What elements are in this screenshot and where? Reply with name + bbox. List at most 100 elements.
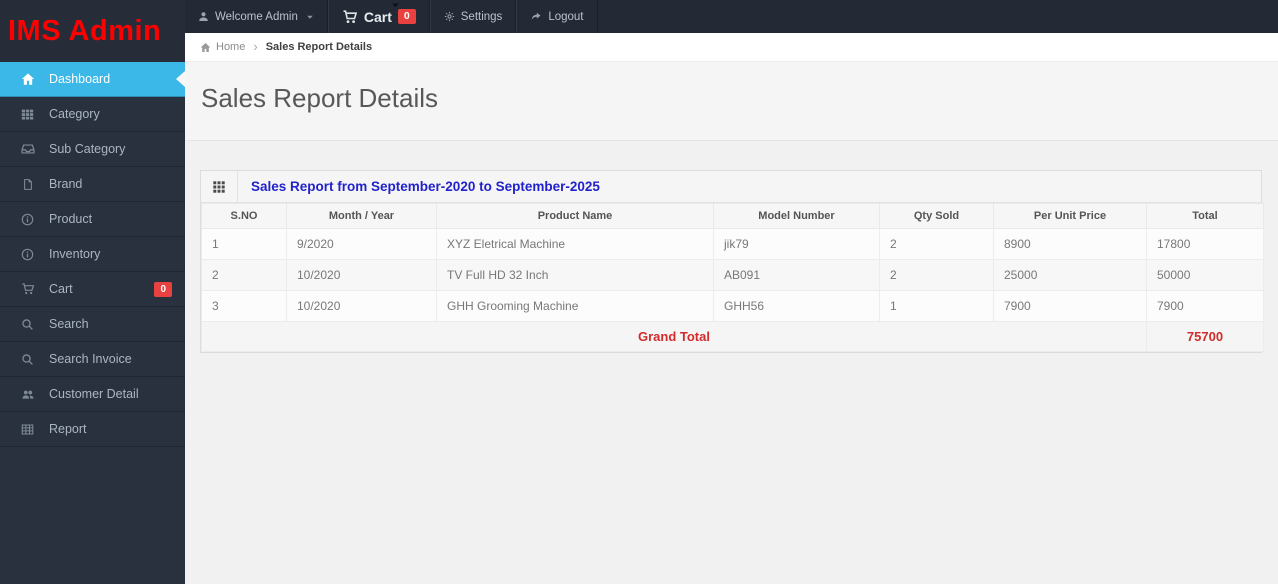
content-body: Sales Report from September-2020 to Sept… <box>185 141 1278 353</box>
top-navbar: Welcome Admin Cart 0 Settings Logout <box>185 0 1278 33</box>
cell-total: 50000 <box>1146 259 1264 291</box>
caret-down-icon <box>306 13 314 21</box>
gear-icon <box>444 11 455 22</box>
cell-unit-price: 25000 <box>993 259 1147 291</box>
breadcrumb: Home › Sales Report Details <box>185 33 1278 62</box>
sidebar-item-label: Search <box>49 317 89 331</box>
table-row: 2 10/2020 TV Full HD 32 Inch AB091 2 250… <box>201 259 1264 291</box>
cell-total: 17800 <box>1146 228 1264 260</box>
sidebar-item-cart[interactable]: Cart 0 <box>0 272 185 307</box>
cell-qty-sold: 2 <box>879 228 994 260</box>
grand-total-row: Grand Total 75700 <box>201 321 1264 352</box>
app-logo: IMS Admin <box>0 0 185 62</box>
table-row: 3 10/2020 GHH Grooming Machine GHH56 1 7… <box>201 290 1264 322</box>
cell-unit-price: 8900 <box>993 228 1147 260</box>
cell-unit-price: 7900 <box>993 290 1147 322</box>
logout-icon <box>530 11 542 22</box>
sidebar-item-dashboard[interactable]: Dashboard <box>0 62 185 97</box>
caret-down-icon <box>390 1 401 10</box>
cart-icon <box>19 282 36 296</box>
navbar-logout-label: Logout <box>548 10 584 23</box>
sidebar-item-inventory[interactable]: Inventory <box>0 237 185 272</box>
users-icon <box>19 388 36 401</box>
inbox-icon <box>19 142 36 156</box>
cell-month-year: 10/2020 <box>286 259 437 291</box>
navbar-settings-button[interactable]: Settings <box>429 0 517 33</box>
cell-model-number: AB091 <box>713 259 880 291</box>
navbar-cart-label: Cart <box>363 8 392 25</box>
sidebar-item-label: Brand <box>49 177 83 191</box>
info-icon <box>19 248 36 261</box>
table-grid-icon <box>201 171 238 202</box>
navbar-user-menu[interactable]: Welcome Admin <box>185 0 328 33</box>
sidebar-item-sub-category[interactable]: Sub Category <box>0 132 185 167</box>
column-header: Model Number <box>713 203 880 229</box>
column-header: Per Unit Price <box>993 203 1147 229</box>
grand-total-label: Grand Total <box>201 321 1147 352</box>
navbar-cart-button[interactable]: Cart 0 <box>327 0 430 33</box>
cell-model-number: jik79 <box>713 228 880 260</box>
sales-report-panel: Sales Report from September-2020 to Sept… <box>200 170 1264 353</box>
sidebar-item-search-invoice[interactable]: Search Invoice <box>0 342 185 377</box>
cell-product-name: XYZ Eletrical Machine <box>436 228 714 260</box>
content-area: Sales Report Details Sales Report from S… <box>185 62 1278 584</box>
column-header: S.NO <box>201 203 287 229</box>
breadcrumb-home-label: Home <box>216 41 246 53</box>
sidebar-item-label: Inventory <box>49 247 101 261</box>
sidebar-item-label: Sub Category <box>49 142 126 156</box>
navbar-logout-button[interactable]: Logout <box>516 0 598 33</box>
table-header-row: S.NO Month / Year Product Name Model Num… <box>201 203 1264 229</box>
sidebar: IMS Admin Dashboard Category Sub Categor… <box>0 0 185 584</box>
sidebar-item-label: Customer Detail <box>49 387 139 401</box>
column-header: Qty Sold <box>879 203 994 229</box>
cart-count-badge: 0 <box>154 281 172 297</box>
navbar-user-label: Welcome Admin <box>215 10 298 23</box>
sidebar-item-search[interactable]: Search <box>0 307 185 342</box>
sidebar-item-label: Cart <box>49 282 73 296</box>
app-window: IMS Admin Dashboard Category Sub Categor… <box>0 0 1278 584</box>
sidebar-item-label: Category <box>49 107 100 121</box>
cell-model-number: GHH56 <box>713 290 880 322</box>
main-area: Welcome Admin Cart 0 Settings Logout Hom… <box>185 0 1278 584</box>
cell-sno: 3 <box>201 290 287 322</box>
sidebar-item-customer-detail[interactable]: Customer Detail <box>0 377 185 412</box>
sidebar-item-brand[interactable]: Brand <box>0 167 185 202</box>
info-icon <box>19 213 36 226</box>
column-header: Month / Year <box>286 203 437 229</box>
cell-qty-sold: 2 <box>879 259 994 291</box>
sales-report-table: S.NO Month / Year Product Name Model Num… <box>201 203 1264 352</box>
navbar-settings-label: Settings <box>460 10 503 23</box>
search-icon <box>19 318 36 331</box>
sidebar-item-category[interactable]: Category <box>0 97 185 132</box>
content-header: Sales Report Details <box>185 62 1278 141</box>
cell-month-year: 9/2020 <box>286 228 437 260</box>
search-icon <box>19 353 36 366</box>
cell-sno: 1 <box>201 228 287 260</box>
sidebar-item-label: Dashboard <box>49 72 111 86</box>
sidebar-item-label: Product <box>49 212 93 226</box>
table-icon <box>19 423 36 436</box>
home-icon <box>200 42 211 53</box>
cell-sno: 2 <box>201 259 287 291</box>
table-row: 1 9/2020 XYZ Eletrical Machine jik79 2 8… <box>201 228 1264 260</box>
sidebar-item-label: Report <box>49 422 87 436</box>
panel-title: Sales Report from September-2020 to Sept… <box>251 179 600 194</box>
cart-count-badge: 0 <box>397 8 416 25</box>
sidebar-item-product[interactable]: Product <box>0 202 185 237</box>
column-header: Total <box>1146 203 1264 229</box>
breadcrumb-home-link[interactable]: Home <box>200 41 245 53</box>
user-icon <box>198 11 209 22</box>
file-icon <box>19 178 36 191</box>
cart-icon <box>342 9 358 25</box>
breadcrumb-current: Sales Report Details <box>265 41 373 53</box>
sidebar-menu: Dashboard Category Sub Category Brand Pr… <box>0 62 185 447</box>
cell-month-year: 10/2020 <box>286 290 437 322</box>
cell-qty-sold: 1 <box>879 290 994 322</box>
sidebar-item-report[interactable]: Report <box>0 412 185 447</box>
grid-icon <box>19 108 36 121</box>
cell-total: 7900 <box>1146 290 1264 322</box>
page-title: Sales Report Details <box>201 83 438 113</box>
home-icon <box>19 72 36 86</box>
column-header: Product Name <box>436 203 714 229</box>
grand-total-value: 75700 <box>1146 321 1264 352</box>
